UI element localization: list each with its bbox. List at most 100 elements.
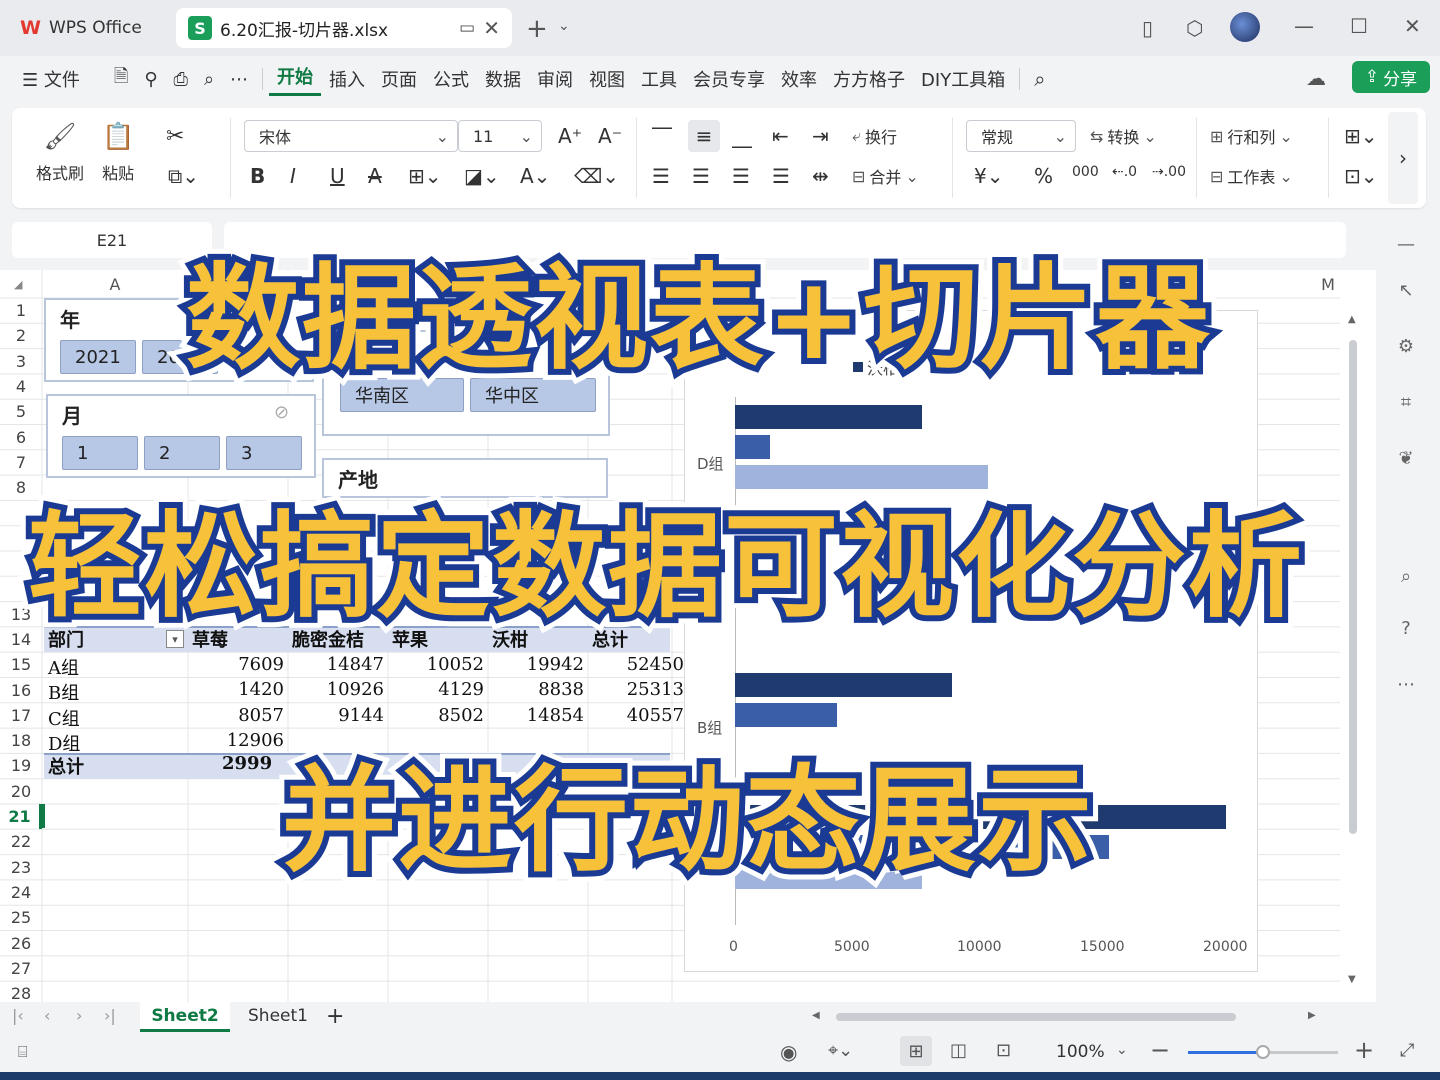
percent-icon[interactable]: % (1034, 164, 1053, 188)
row-header[interactable]: 25 (0, 905, 42, 930)
collapse-icon[interactable]: — (1392, 230, 1420, 258)
add-sheet-icon[interactable]: + (326, 1004, 344, 1029)
locate-icon[interactable]: ⌖⌄ (828, 1040, 853, 1061)
crop-icon[interactable]: ⌗ (1392, 388, 1420, 416)
slicer-item-month-3[interactable]: 3 (226, 436, 302, 470)
zoom-level[interactable]: 100% (1056, 1042, 1105, 1062)
first-sheet-icon[interactable]: |‹ (12, 1006, 24, 1025)
paste-button[interactable]: 📋 粘贴 (102, 122, 134, 184)
cloud-icon[interactable]: ☁ (1306, 66, 1326, 90)
scroll-thumb[interactable] (1349, 340, 1357, 834)
name-box[interactable]: E21 (12, 222, 212, 258)
indent-icon[interactable]: ⇥ (812, 124, 829, 148)
decrease-font-icon[interactable]: A⁻ (598, 124, 622, 148)
font-color-icon[interactable]: A⌄ (520, 164, 550, 188)
chevron-down-icon[interactable]: ⌄ (558, 18, 570, 34)
menu-tab-home[interactable]: 开始 (269, 63, 322, 96)
print-icon[interactable]: ⎙ (166, 69, 196, 90)
tab-file[interactable]: S 6.20汇报-切片器.xlsx ▭ ✕ (176, 8, 512, 48)
vertical-scrollbar[interactable]: ▲ ▼ (1346, 300, 1360, 990)
select-all-corner[interactable]: ◢ (14, 278, 22, 291)
justify-icon[interactable]: ☰ (772, 164, 790, 188)
more-options-icon[interactable]: ⋯ (1392, 670, 1420, 698)
thousands-icon[interactable]: 000 (1072, 164, 1099, 180)
menu-tab-insert[interactable]: 插入 (321, 66, 373, 92)
worksheet-button[interactable]: ⊟ 工作表 ⌄ (1210, 164, 1293, 188)
rowcol-button[interactable]: ⊞ 行和列 ⌄ (1210, 124, 1293, 148)
page-layout-icon[interactable]: ◫ (950, 1040, 967, 1061)
slicer-item-2021[interactable]: 2021 (60, 340, 136, 374)
monitor-icon[interactable]: ▭ (459, 18, 475, 38)
maximize-icon[interactable]: ☐ (1350, 14, 1368, 38)
row-header[interactable]: 18 (0, 728, 42, 753)
save-icon[interactable]: 🗎 (106, 64, 136, 94)
align-center-icon[interactable]: ☰ (692, 164, 710, 188)
scroll-down-icon[interactable]: ▼ (1348, 974, 1356, 985)
font-size-select[interactable]: 11 ⌄ (458, 120, 542, 152)
row-header[interactable]: 16 (0, 678, 42, 703)
cell-style-icon[interactable]: ⊡⌄ (1344, 164, 1378, 188)
row-header[interactable]: 2 (0, 323, 42, 348)
next-sheet-icon[interactable]: › (76, 1006, 82, 1025)
number-format-select[interactable]: 常规 ⌄ (966, 120, 1076, 152)
cut-icon[interactable]: ✂ (166, 124, 184, 149)
close-tab-icon[interactable]: ✕ (483, 16, 500, 40)
format-painter-button[interactable]: 🖌 格式刷 (36, 122, 84, 184)
horizontal-scrollbar[interactable]: ◀ ▶ (812, 1010, 1322, 1024)
zoom-slider-thumb[interactable] (1256, 1045, 1270, 1059)
more-icon[interactable]: ⋯ (222, 69, 256, 90)
row-header[interactable]: 6 (0, 425, 42, 450)
help-icon[interactable]: ? (1392, 614, 1420, 642)
menu-tab-diy[interactable]: DIY工具箱 (913, 66, 1013, 92)
border-icon[interactable]: ⊞⌄ (408, 164, 442, 188)
merge-button[interactable]: ⊟ 合并 ⌄ (852, 164, 919, 188)
link-icon[interactable]: ⚲ (136, 69, 165, 90)
tab-wps-office[interactable]: W WPS Office (8, 8, 168, 48)
font-name-select[interactable]: 宋体 ⌄ (244, 120, 458, 152)
page-break-icon[interactable]: ⊡ (996, 1040, 1011, 1061)
currency-icon[interactable]: ¥⌄ (974, 164, 1003, 188)
close-window-icon[interactable]: ✕ (1404, 14, 1421, 38)
settings-slider-icon[interactable]: ⚙ (1392, 332, 1420, 360)
zoom-slider[interactable] (1188, 1045, 1338, 1059)
align-bottom-icon[interactable]: ⎽ (732, 124, 752, 148)
menu-tab-page[interactable]: 页面 (373, 66, 425, 92)
cursor-icon[interactable]: ↖ (1392, 276, 1420, 304)
row-header[interactable]: 4 (0, 374, 42, 399)
menu-tab-data[interactable]: 数据 (477, 66, 529, 92)
h-scroll-thumb[interactable] (836, 1013, 1236, 1021)
scroll-left-icon[interactable]: ◀ (812, 1010, 820, 1021)
row-header[interactable]: 15 (0, 652, 42, 677)
outdent-icon[interactable]: ⇤ (772, 124, 789, 148)
ribbon-scroll-right-icon[interactable]: › (1388, 112, 1418, 204)
menu-tab-member[interactable]: 会员专享 (685, 66, 773, 92)
align-left-icon[interactable]: ☰ (652, 164, 670, 188)
row-header[interactable]: 22 (0, 829, 42, 854)
fullscreen-icon[interactable]: ⤢ (1400, 1040, 1414, 1061)
underline-icon[interactable]: U (330, 164, 345, 188)
copy-icon[interactable]: ⧉⌄ (168, 164, 199, 188)
increase-decimal-icon[interactable]: ⇠.0 (1112, 164, 1137, 180)
leaf-icon[interactable]: ❦ (1392, 444, 1420, 472)
share-button[interactable]: ⇪ 分享 (1352, 61, 1430, 93)
menu-tab-formula[interactable]: 公式 (425, 66, 477, 92)
row-header[interactable]: 7 (0, 450, 42, 475)
macro-icon[interactable]: ⌸ (18, 1042, 28, 1062)
row-header[interactable]: 5 (0, 399, 42, 424)
slicer-item-month-2[interactable]: 2 (144, 436, 220, 470)
zoom-icon[interactable]: ⌕ (1392, 562, 1420, 590)
convert-button[interactable]: ⇆ 转换 ⌄ (1090, 124, 1157, 148)
row-header[interactable]: 21 (0, 804, 42, 829)
sheet-tab-sheet2[interactable]: Sheet2 (140, 1002, 230, 1032)
col-header-a[interactable]: A (42, 270, 188, 298)
row-header[interactable]: 20 (0, 779, 42, 804)
preview-icon[interactable]: ⌕ (196, 69, 222, 90)
increase-font-icon[interactable]: A⁺ (558, 124, 582, 148)
normal-view-icon[interactable]: ⊞ (900, 1036, 932, 1066)
sheet-tab-sheet1[interactable]: Sheet1 (248, 1006, 308, 1026)
menu-file[interactable]: ☰ 文件 (14, 66, 88, 92)
strikethrough-icon[interactable]: A (368, 164, 382, 188)
row-header[interactable]: 17 (0, 703, 42, 728)
row-header[interactable]: 26 (0, 931, 42, 956)
align-middle-icon[interactable]: ≡ (688, 120, 720, 152)
